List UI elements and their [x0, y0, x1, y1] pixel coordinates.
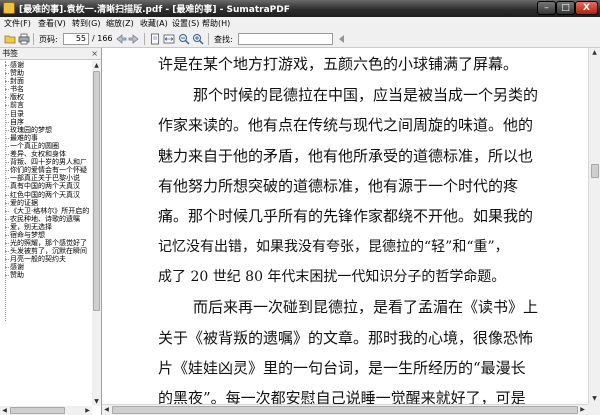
fit-width-icon[interactable] [163, 33, 175, 45]
bookmark-item[interactable]: 《大卫·格林尔》所开启的 [0, 207, 92, 215]
scrollbar-corner [588, 404, 600, 415]
zoom-out-icon[interactable] [178, 33, 190, 45]
toolbar-separator [144, 33, 145, 45]
toolbar-separator [33, 33, 34, 45]
bookmark-item[interactable]: 一个真正的圆圈 [0, 142, 92, 150]
maximize-button[interactable]: □ [556, 1, 575, 15]
bookmark-item[interactable]: 光的照耀，那个感觉好了 [0, 239, 92, 247]
scroll-up-arrow-icon[interactable]: ▲ [92, 61, 101, 70]
menu-view[interactable]: 查看(V) [38, 18, 66, 29]
menu-favorites[interactable]: 收藏(A) [140, 18, 168, 29]
document-scroll-thumb[interactable] [591, 164, 599, 178]
bookmark-item[interactable]: 赞助 [0, 271, 92, 279]
page-number-input[interactable]: 55 [63, 33, 89, 45]
menu-bar: 文件(F) 查看(V) 转到(G) 缩放(Z) 收藏(A) 设置(S) 帮助(H… [0, 17, 600, 31]
zoom-in-icon[interactable] [192, 33, 204, 45]
sidebar-vertical-scrollbar[interactable]: ▲ ▼ [92, 61, 101, 406]
bookmark-item[interactable]: 红色中国的两个天真汉 [0, 191, 92, 199]
bookmark-item[interactable]: 真有中国的两个天真汉 [0, 182, 92, 190]
bookmark-item[interactable]: 自序 [0, 118, 92, 126]
title-bar: [最难的事].袁枚一.清晰扫描版.pdf - [最难的事] - SumatraP… [0, 0, 600, 17]
open-file-icon[interactable] [4, 33, 16, 45]
scroll-up-arrow-icon[interactable]: ▲ [590, 48, 599, 57]
document-text-line: 片《娃娃凶灵》里的一句台词，是一生所经历的“最漫长 [158, 359, 526, 377]
page-total: / 166 [92, 34, 113, 43]
bookmark-item[interactable]: 最难的事 [0, 134, 92, 142]
scroll-down-arrow-icon[interactable]: ▼ [92, 397, 101, 406]
document-text-line: 魅力来自于他的矛盾，他有他所承受的道德标准，所以也 [158, 147, 534, 165]
document-text-line: 成了 20 世纪 80 年代末困扰一代知识分子的哲学命题。 [158, 269, 506, 285]
bookmark-item[interactable]: 赞助 [0, 69, 92, 77]
document-text-line: 而后来再一次碰到昆德拉，是看了孟湄在《读书》上 [193, 298, 539, 316]
menu-settings[interactable]: 设置(S) [172, 18, 199, 29]
document-page[interactable]: 许是在某个地方打游戏，五颜六色的小球铺满了屏幕。 那个时候的昆德拉在中国，应当是… [102, 48, 588, 404]
menu-file[interactable]: 文件(F) [4, 18, 31, 29]
bookmark-item[interactable]: 玫瑰园的梦想 [0, 126, 92, 134]
document-horizontal-scrollbar[interactable]: ◀ ▶ [102, 404, 588, 415]
scroll-left-arrow-icon[interactable]: ◀ [102, 405, 111, 414]
find-label: 查找: [214, 35, 233, 44]
bookmark-item[interactable]: 爱，别无选择 [0, 223, 92, 231]
document-vertical-scrollbar[interactable]: ▲ ▼ [588, 48, 600, 404]
sumatra-app-icon [3, 2, 15, 14]
document-text-line: 那个时候的昆德拉在中国，应当是被当成一个另类的 [193, 86, 539, 104]
bookmarks-sidebar: 书签 × 感谢 赞助 封面 书名 版权 前言 目录 自序 玫瑰园的梦想 最难的事 一个真正的圆圈 差异… [0, 48, 102, 415]
find-previous-icon[interactable] [336, 33, 348, 45]
find-input[interactable] [238, 33, 333, 45]
document-text-line: 关于《被背叛的遗嘱》的文章。那时我的心境，很像恐怖 [158, 329, 534, 347]
bookmark-tree: 感谢 赞助 封面 书名 版权 前言 目录 自序 玫瑰园的梦想 最难的事 一个真正的圆圈 差异、女权和身… [0, 61, 92, 407]
close-sidebar-icon[interactable]: × [91, 48, 98, 60]
scroll-right-arrow-icon[interactable]: ▶ [83, 406, 92, 415]
document-text-line: 记忆没有出错，如果我没有夸张，昆德拉的“轻”和“重”， [158, 239, 509, 255]
scroll-down-arrow-icon[interactable]: ▼ [590, 394, 599, 403]
previous-page-icon[interactable] [115, 33, 127, 45]
minimize-button[interactable]: – [537, 1, 556, 15]
page-label: 页码: [39, 35, 58, 44]
sidebar-horizontal-scrollbar[interactable]: ◀ ▶ [0, 406, 92, 415]
document-text-line: 许是在某个地方打游戏，五颜六色的小球铺满了屏幕。 [158, 55, 519, 73]
bookmark-item[interactable]: 差异、女权和身体 [0, 150, 92, 158]
fit-page-icon[interactable] [149, 33, 161, 45]
sidebar-hscroll-thumb[interactable] [10, 407, 65, 414]
menu-help[interactable]: 帮助(H) [202, 18, 230, 29]
sidebar-scroll-thumb[interactable] [93, 71, 100, 311]
document-text-line: 有他努力所想突破的道德标准，他有源于一个时代的疼 [158, 177, 519, 195]
sidebar-header: 书签 × [0, 48, 101, 60]
toolbar: 页码: 55 / 166 查找: [0, 31, 600, 48]
scroll-left-arrow-icon[interactable]: ◀ [0, 406, 9, 415]
bookmark-item[interactable]: 前言 [0, 101, 92, 109]
bookmark-item[interactable]: 背叛、四十岁的男人和ㄏ [0, 158, 92, 166]
bookmark-item[interactable]: 爱的证据 [0, 199, 92, 207]
print-icon[interactable] [18, 33, 30, 45]
scroll-right-arrow-icon[interactable]: ▶ [578, 405, 587, 414]
next-page-icon[interactable] [128, 33, 140, 45]
menu-goto[interactable]: 转到(G) [72, 18, 100, 29]
sidebar-title: 书签 [2, 49, 18, 58]
toolbar-separator [208, 33, 209, 45]
bookmark-item[interactable]: 目录 [0, 110, 92, 118]
bookmark-item[interactable]: 农民种地、诗歌的遗嘱 [0, 215, 92, 223]
close-window-button[interactable]: X [575, 1, 598, 15]
window-title: [最难的事].袁枚一.清晰扫描版.pdf - [最难的事] - SumatraP… [19, 5, 290, 15]
document-text-line: 作家来读的。他有点在传统与现代之间周旋的味道。他的 [158, 116, 534, 134]
bookmark-item[interactable]: 感谢 [0, 61, 92, 69]
menu-zoom[interactable]: 缩放(Z) [106, 18, 134, 29]
document-text-line: 的黑夜”。每一次都安慰自己说睡一觉醒来就好了，可是 [158, 389, 526, 404]
bookmark-item[interactable]: 宿命与梦想 [0, 231, 92, 239]
document-hscroll-thumb[interactable] [112, 406, 578, 414]
document-text-line: 痛。那个时候几乎所有的先锋作家都绕不开他。如果我的 [158, 207, 534, 225]
